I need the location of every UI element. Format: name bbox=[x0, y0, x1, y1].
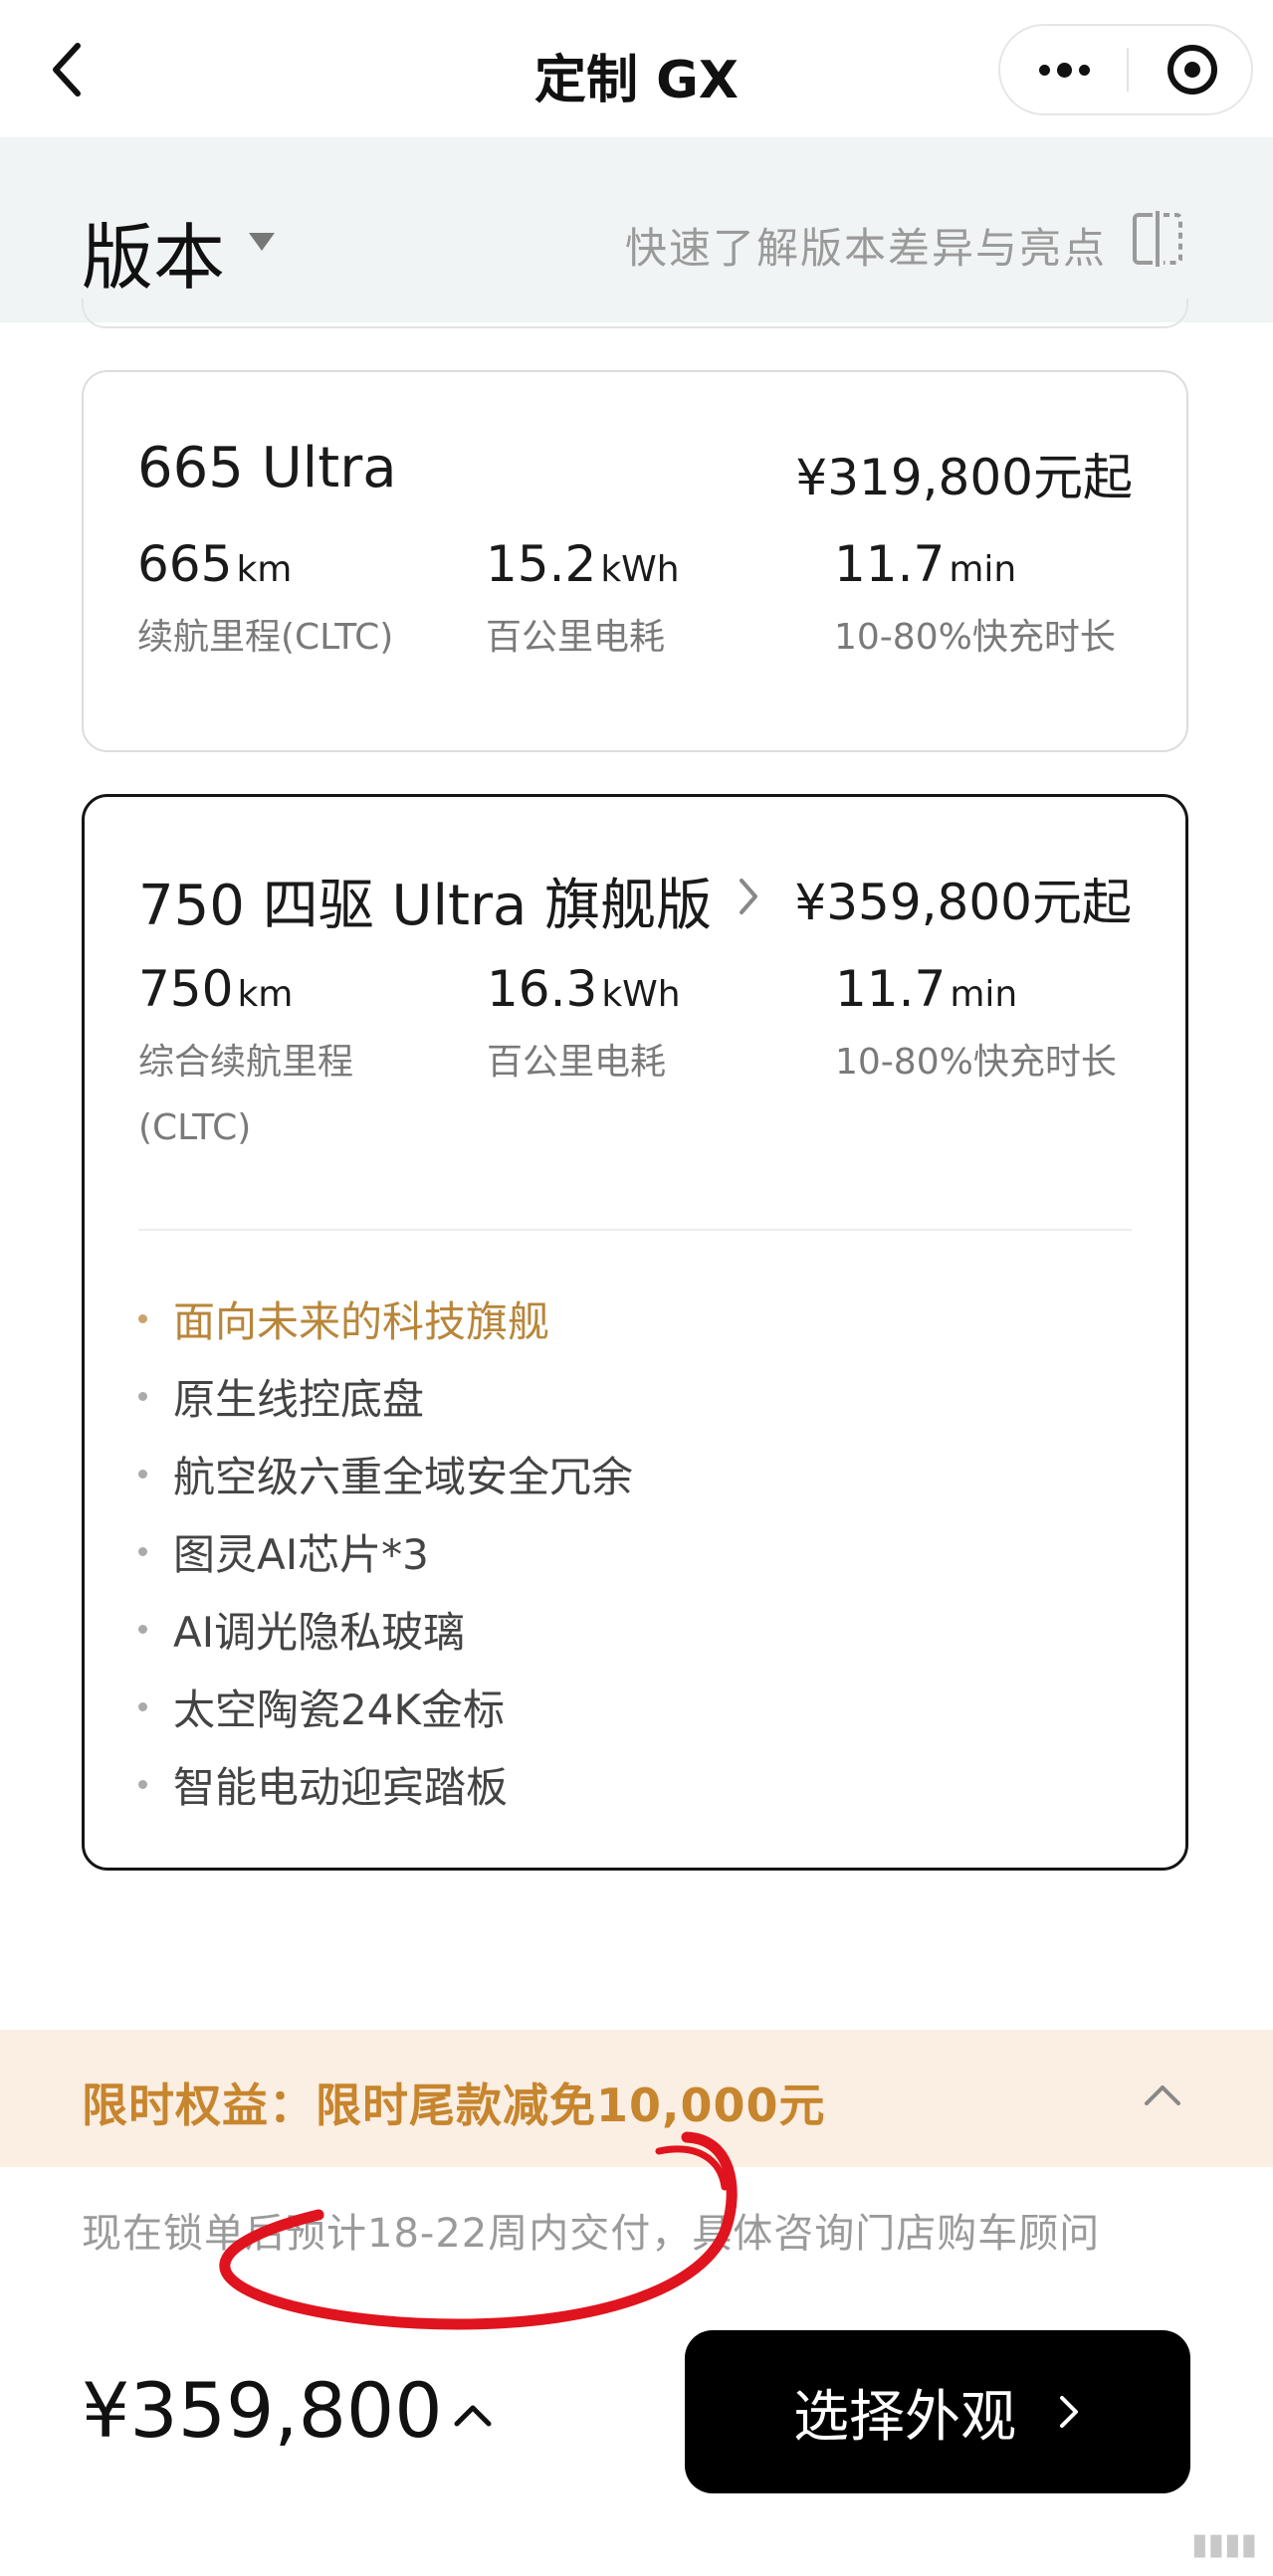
spec-value: 15.2 bbox=[486, 535, 597, 593]
spec-value: 665 bbox=[137, 535, 233, 593]
spec-value: 11.7 bbox=[835, 960, 947, 1018]
previous-card-edge bbox=[82, 298, 1188, 328]
more-dots-icon bbox=[1038, 62, 1090, 78]
compare-versions-link[interactable]: 快速了解版本差异与亮点 bbox=[625, 215, 1107, 276]
spec-range: 750 km 综合续航里程 (CLTC) bbox=[138, 960, 467, 1161]
spec-label: 10-80%快充时长 bbox=[834, 617, 1116, 658]
feature-item: 面向未来的科技旗舰 bbox=[138, 1288, 549, 1349]
spec-value: 11.7 bbox=[834, 535, 946, 593]
card-divider bbox=[138, 1229, 1132, 1231]
spec-unit: min bbox=[949, 549, 1017, 590]
feature-item: 智能电动迎宾踏板 bbox=[138, 1754, 508, 1815]
spec-value: 16.3 bbox=[487, 960, 598, 1018]
spec-value: 750 bbox=[138, 960, 234, 1018]
spec-label: 10-80%快充时长 bbox=[835, 1042, 1117, 1083]
feature-item: 图灵AI芯片*3 bbox=[138, 1521, 429, 1582]
spec-label-line: (CLTC) bbox=[138, 1107, 252, 1148]
feature-item: 航空级六重全域安全冗余 bbox=[138, 1444, 633, 1504]
select-exterior-button[interactable]: 选择外观 bbox=[685, 2330, 1190, 2493]
spec-label: 综合续航里程 (CLTC) bbox=[138, 1030, 467, 1161]
version-section-header: 版本 快速了解版本差异与亮点 bbox=[0, 137, 1273, 322]
promo-text: 限时权益：限时尾款减免10,000元 bbox=[82, 2079, 826, 2132]
spec-consumption: 15.2 kWh 百公里电耗 bbox=[486, 535, 814, 671]
delivery-note: 现在锁单后预计18-22周内交付，具体咨询门店购车顾问 bbox=[82, 2211, 1101, 2257]
compare-icon[interactable] bbox=[1133, 211, 1182, 267]
dropdown-caret-icon[interactable] bbox=[249, 233, 275, 251]
cta-label: 选择外观 bbox=[793, 2384, 1016, 2450]
version-price: ¥319,800元起 bbox=[795, 449, 1133, 506]
spec-label: 续航里程(CLTC) bbox=[137, 617, 394, 658]
nav-bar: 定制 GX bbox=[0, 0, 1273, 137]
feature-item: 太空陶瓷24K金标 bbox=[138, 1677, 505, 1737]
spec-unit: kWh bbox=[600, 549, 680, 590]
spec-label: 百公里电耗 bbox=[486, 617, 666, 658]
feature-item: AI调光隐私玻璃 bbox=[138, 1599, 465, 1660]
mini-program-capsule bbox=[998, 24, 1253, 115]
spec-unit: kWh bbox=[601, 974, 681, 1015]
spec-unit: min bbox=[950, 974, 1018, 1015]
close-mini-program-button[interactable] bbox=[1129, 26, 1255, 113]
total-price[interactable]: ¥359,800 bbox=[82, 2366, 443, 2455]
chevron-up-icon[interactable] bbox=[452, 2400, 494, 2430]
spec-range: 665 km 续航里程(CLTC) bbox=[137, 535, 466, 671]
spec-unit: km bbox=[236, 549, 293, 590]
spec-label: 百公里电耗 bbox=[487, 1042, 667, 1083]
version-price: ¥359,800元起 bbox=[794, 874, 1132, 931]
spec-charge-time: 11.7 min 10-80%快充时长 bbox=[835, 960, 1164, 1095]
version-name: 665 Ultra bbox=[137, 436, 397, 500]
chevron-right-icon bbox=[1060, 2396, 1078, 2428]
chevron-right-icon[interactable] bbox=[734, 875, 763, 918]
spec-charge-time: 11.7 min 10-80%快充时长 bbox=[834, 535, 1163, 671]
version-card-750-awd-ultra-flagship[interactable]: 750 四驱 Ultra 旗舰版 ¥359,800元起 750 km 综合续航里程… bbox=[82, 794, 1188, 1871]
chevron-up-icon[interactable] bbox=[1143, 2080, 1182, 2109]
version-card-665-ultra[interactable]: 665 Ultra ¥319,800元起 665 km 续航里程(CLTC) 15… bbox=[82, 370, 1188, 752]
section-title[interactable]: 版本 bbox=[82, 199, 225, 303]
feature-item: 原生线控底盘 bbox=[138, 1366, 424, 1427]
promo-banner[interactable]: 限时权益：限时尾款减免10,000元 bbox=[0, 2030, 1273, 2167]
mini-program-close-icon bbox=[1167, 45, 1217, 95]
watermark: ▮▮▮▮ bbox=[1190, 2527, 1257, 2562]
spec-label-line: 综合续航里程 bbox=[138, 1042, 354, 1083]
spec-unit: km bbox=[237, 974, 294, 1015]
more-button[interactable] bbox=[1000, 26, 1128, 113]
spec-consumption: 16.3 kWh 百公里电耗 bbox=[487, 960, 815, 1095]
version-name: 750 四驱 Ultra 旗舰版 bbox=[138, 874, 713, 938]
